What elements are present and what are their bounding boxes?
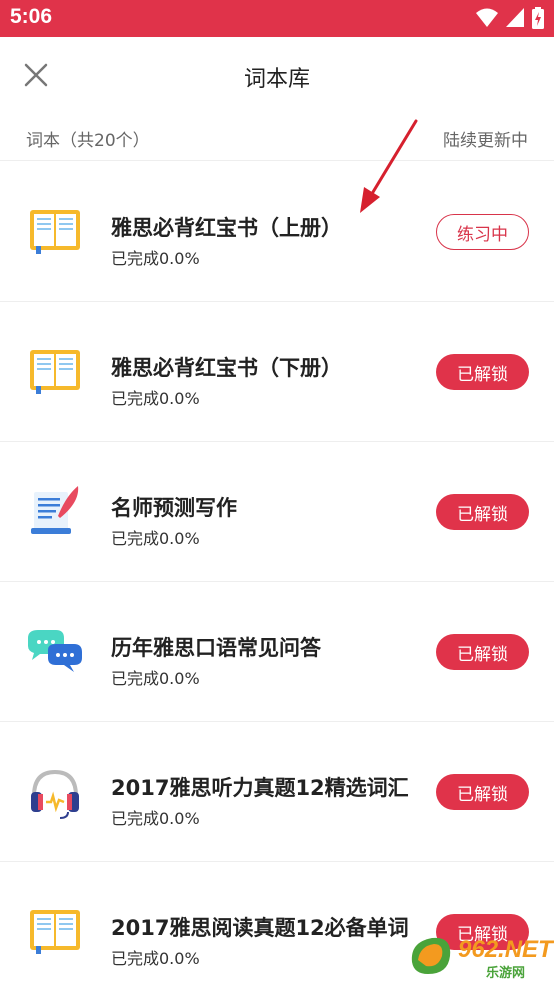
book-item[interactable]: 2017雅思听力真题12精选词汇 已完成0.0% 已解锁 — [0, 722, 554, 862]
book-count-label: 词本（共20个） — [26, 131, 150, 151]
signal-icon — [506, 8, 524, 27]
book-progress: 已完成0.0% — [111, 389, 200, 408]
unlocked-button[interactable]: 已解锁 — [436, 494, 529, 530]
watermark: 962.NET 乐游网 — [408, 934, 553, 981]
status-bar: 5:06 — [0, 0, 554, 37]
book-progress: 已完成0.0% — [111, 249, 200, 268]
book-progress: 已完成0.0% — [111, 669, 200, 688]
book-title: 2017雅思听力真题12精选词汇 — [111, 776, 409, 800]
book-list: 雅思必背红宝书（上册） 已完成0.0% 练习中 雅思必背红宝书（下册） 已完成0… — [0, 162, 554, 984]
chat-bubbles-icon — [28, 630, 82, 672]
book-icon — [30, 910, 80, 954]
watermark-logo-icon — [411, 937, 451, 974]
book-title: 历年雅思口语常见问答 — [111, 636, 321, 660]
status-icons — [476, 7, 544, 29]
unlocked-button[interactable]: 已解锁 — [436, 774, 529, 810]
watermark-sub: 乐游网 — [486, 966, 526, 981]
page-title: 词本库 — [243, 67, 310, 92]
book-title: 名师预测写作 — [111, 496, 237, 520]
book-item[interactable]: 雅思必背红宝书（上册） 已完成0.0% 练习中 — [0, 162, 554, 302]
book-progress: 已完成0.0% — [111, 809, 200, 828]
writing-quill-icon — [31, 486, 79, 534]
book-title: 雅思必背红宝书（上册） — [111, 216, 342, 240]
headphones-icon — [31, 769, 79, 819]
book-title: 雅思必背红宝书（下册） — [111, 356, 342, 380]
book-progress: 已完成0.0% — [111, 949, 200, 968]
header: 词本库 — [0, 37, 554, 113]
battery-icon — [532, 7, 544, 29]
book-item[interactable]: 名师预测写作 已完成0.0% 已解锁 — [0, 442, 554, 582]
list-subheader: 词本（共20个） 陆续更新中 — [0, 113, 554, 161]
book-progress: 已完成0.0% — [111, 529, 200, 548]
book-icon — [30, 350, 80, 394]
wifi-icon — [476, 8, 498, 27]
book-item[interactable]: 历年雅思口语常见问答 已完成0.0% 已解锁 — [0, 582, 554, 722]
unlocked-button[interactable]: 已解锁 — [436, 354, 529, 390]
book-icon — [30, 210, 80, 254]
unlocked-button[interactable]: 已解锁 — [436, 634, 529, 670]
status-time: 5:06 — [10, 5, 53, 28]
watermark-brand: 962.NET — [458, 936, 553, 963]
practicing-button[interactable]: 练习中 — [436, 214, 529, 250]
book-title: 2017雅思阅读真题12必备单词 — [111, 916, 409, 940]
update-status-label: 陆续更新中 — [443, 131, 528, 151]
book-item[interactable]: 雅思必背红宝书（下册） 已完成0.0% 已解锁 — [0, 302, 554, 442]
